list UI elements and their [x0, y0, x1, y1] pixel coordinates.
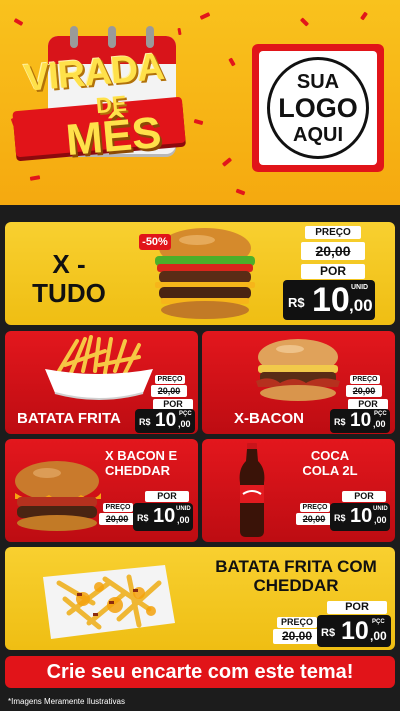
disclaimer-note: *Imagens Meramente Ilustrativas: [8, 697, 125, 706]
price-decimal: ,00: [373, 419, 386, 429]
price-decimal: ,00: [370, 629, 387, 643]
confetti: [177, 27, 182, 36]
preco-label: PREÇO: [350, 375, 380, 384]
price-box: R$ 10 ,00 PÇC: [317, 615, 391, 647]
preco-label: PREÇO: [155, 375, 185, 384]
currency: R$: [137, 513, 149, 523]
currency: R$: [139, 417, 151, 427]
product-name: X-BACON: [234, 410, 304, 427]
price-integer: 10: [350, 410, 372, 431]
price-integer: 10: [312, 281, 350, 319]
unit-label: UNID: [351, 284, 369, 291]
price-decimal: ,00: [374, 515, 387, 525]
price-decimal: ,00: [177, 515, 190, 525]
confetti: [13, 18, 24, 26]
product-name: X BACON E CHEDDAR: [105, 448, 178, 478]
confetti: [193, 118, 204, 126]
currency: R$: [321, 627, 336, 639]
confetti: [235, 188, 246, 196]
price-box: R$ 10 ,00 PÇC: [330, 409, 390, 433]
confetti: [299, 17, 310, 27]
por-label: POR: [342, 491, 386, 502]
calendar-ring: [108, 26, 116, 48]
cheddar-fries-photo-icon: [43, 565, 175, 639]
old-price: 20,00: [151, 385, 187, 397]
old-price: 20,00: [301, 242, 365, 260]
coca-cola-bottle-icon: [239, 443, 265, 537]
product-name: BATATA FRITA: [17, 410, 121, 427]
confetti: [221, 157, 233, 167]
create-flyer-cta-button[interactable]: Crie seu encarte com este tema!: [5, 656, 395, 688]
logo-inner: SUA LOGO AQUI: [259, 51, 377, 165]
product-card-x-bacon-cheddar[interactable]: X BACON E CHEDDAR PREÇO 20,00 POR R$ 10 …: [5, 439, 198, 542]
currency: R$: [334, 417, 346, 427]
preco-label: PREÇO: [305, 226, 361, 239]
product-name: X - TUDO: [32, 249, 106, 309]
logo-text-3: AQUI: [293, 123, 343, 146]
preco-label: PREÇO: [277, 617, 317, 628]
unit-label: UNID: [176, 506, 191, 512]
old-price: 20,00: [99, 513, 135, 525]
product-card-x-tudo[interactable]: X - TUDO -50% PREÇO 20,00 POR R$ 10 ,00 …: [5, 222, 395, 325]
bacon-burger-photo-icon: [256, 339, 340, 401]
currency: R$: [334, 513, 346, 523]
product-card-batata-frita[interactable]: BATATA FRITA PREÇO 20,00 POR R$ 10 ,00 P…: [5, 331, 198, 434]
old-price: 20,00: [273, 629, 321, 644]
unit-label: PÇC: [372, 619, 385, 625]
unit-label: UNID: [373, 506, 388, 512]
price-box: R$ 10 ,00 UNID: [330, 503, 390, 531]
currency: R$: [288, 295, 305, 310]
logo-text-1: SUA: [296, 70, 340, 93]
logo-placeholder: SUA LOGO AQUI: [252, 44, 384, 172]
preco-label: PREÇO: [300, 503, 330, 512]
price-integer: 10: [155, 410, 177, 431]
unit-label: PÇC: [179, 411, 192, 417]
product-card-coca-cola[interactable]: COCA COLA 2L PREÇO 20,00 POR R$ 10 ,00 U…: [202, 439, 395, 542]
old-price: 20,00: [296, 513, 332, 525]
calendar-ring: [146, 26, 154, 48]
price-box: R$ 10 ,00 UNID: [283, 280, 375, 320]
product-name: BATATA FRITA COM CHEDDAR: [215, 557, 377, 596]
header-banner: VIRADA DE MÊS SUA LOGO AQUI: [0, 0, 400, 205]
confetti: [29, 175, 41, 181]
title-mes: MÊS: [64, 107, 164, 166]
product-card-x-bacon[interactable]: X-BACON PREÇO 20,00 POR R$ 10 ,00 PÇC: [202, 331, 395, 434]
por-label: POR: [327, 601, 387, 614]
fries-photo-icon: [45, 335, 153, 400]
price-decimal: ,00: [178, 419, 191, 429]
old-price: 20,00: [346, 385, 382, 397]
price-integer: 10: [153, 505, 176, 527]
confetti: [360, 11, 368, 21]
product-card-batata-cheddar[interactable]: BATATA FRITA COM CHEDDAR POR PREÇO 20,00…: [5, 547, 395, 650]
price-integer: 10: [350, 505, 373, 527]
price-decimal: ,00: [349, 296, 373, 315]
product-name: COCA COLA 2L: [302, 448, 358, 478]
por-label: POR: [145, 491, 189, 502]
confetti: [228, 57, 236, 67]
price-box: R$ 10 ,00 PÇC: [135, 409, 195, 433]
calendar-ring: [70, 26, 78, 48]
unit-label: PÇC: [374, 411, 387, 417]
logo-text-2: LOGO: [278, 92, 358, 123]
por-label: POR: [301, 264, 365, 279]
price-box: R$ 10 ,00 UNID: [133, 503, 193, 531]
logo-circle: SUA LOGO AQUI: [267, 57, 369, 159]
price-integer: 10: [341, 617, 369, 645]
discount-badge: -50%: [139, 234, 171, 250]
preco-label: PREÇO: [103, 503, 133, 512]
cheddar-burger-photo-icon: [15, 461, 101, 531]
confetti: [199, 12, 211, 20]
